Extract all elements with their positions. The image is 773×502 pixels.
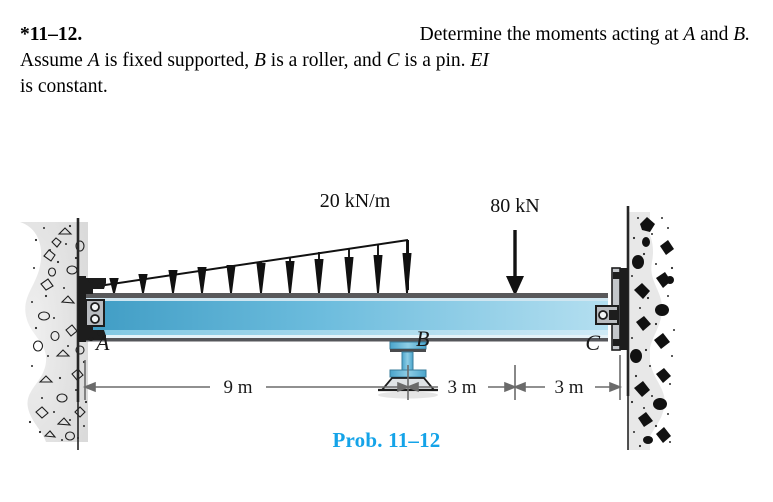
dimension-3m-second: 3 m — [554, 377, 583, 398]
point-load — [506, 230, 524, 296]
label-ref-c: C — [386, 50, 400, 71]
label-ref-b: B. — [733, 24, 750, 45]
label-ref-a: A — [683, 24, 696, 45]
problem-line2-pre: Assume — [20, 50, 83, 71]
support-b-label: B — [416, 326, 429, 351]
load-arrow — [256, 261, 266, 294]
label-ref-b2: B — [254, 50, 266, 71]
problem-line2-end: is a pin. — [404, 50, 466, 71]
problem-line1-text: Determine the moments acting at A and B. — [420, 22, 750, 48]
bolt-icon — [90, 302, 100, 312]
load-arrow — [285, 257, 295, 294]
problem-line-3: is constant. — [20, 76, 108, 97]
dimension-9m: 9 m — [223, 377, 252, 398]
point-load-label: 80 kN — [490, 195, 539, 217]
distributed-load-label: 20 kN/m — [320, 190, 391, 212]
label-ref-ei: EI — [470, 50, 489, 71]
figure-caption: Prob. 11–12 — [332, 428, 441, 452]
problem-line1-and: and — [700, 24, 729, 45]
distributed-load — [80, 239, 412, 296]
load-arrow — [168, 270, 178, 294]
beam — [85, 293, 608, 342]
dimension-lines — [82, 355, 623, 400]
load-arrow — [197, 267, 207, 294]
problem-line-2: Assume A is fixed supported, B is a roll… — [20, 48, 750, 74]
problem-statement: *11–12. Determine the moments acting at … — [20, 22, 750, 100]
support-c-label: C — [585, 330, 600, 355]
load-arrow — [314, 252, 324, 294]
support-a-label: A — [94, 330, 110, 355]
problem-line1-words: Determine the moments acting at — [419, 24, 679, 45]
load-arrow — [344, 248, 354, 294]
wall-left-concrete — [20, 218, 90, 450]
load-arrow — [402, 240, 412, 294]
load-arrow — [373, 244, 383, 294]
load-arrow — [138, 274, 148, 294]
bolt-icon — [90, 314, 100, 324]
dimension-3m-first: 3 m — [447, 377, 476, 398]
beam-diagram: 20 kN/m 80 kN A C B 9 m 3 m 3 m — [0, 150, 773, 460]
pin-icon — [598, 310, 608, 320]
wall-right-concrete — [626, 206, 675, 450]
problem-line2-mid2: is a roller, and — [270, 50, 382, 71]
problem-line2-mid: is fixed supported, — [104, 50, 250, 71]
label-ref-a2: A — [87, 50, 100, 71]
load-arrow — [226, 265, 236, 294]
load-arrow — [109, 278, 119, 294]
problem-number: *11–12. — [20, 24, 83, 45]
problem-line-1: *11–12. Determine the moments acting at … — [20, 22, 750, 48]
